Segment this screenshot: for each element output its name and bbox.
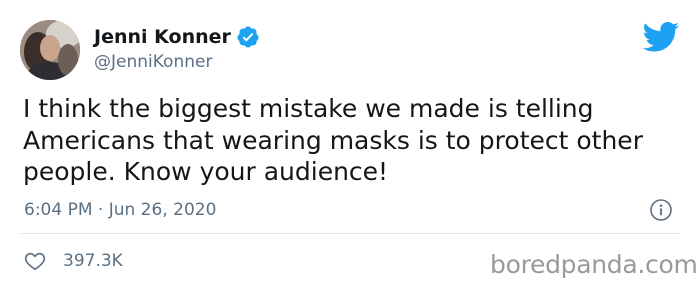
display-name[interactable]: Jenni Konner bbox=[94, 26, 231, 48]
info-icon[interactable] bbox=[649, 198, 673, 222]
tweet-text: I think the biggest mistake we made is t… bbox=[23, 94, 643, 186]
tweet-date: Jun 26, 2020 bbox=[108, 200, 217, 220]
heart-icon[interactable] bbox=[24, 250, 46, 272]
divider bbox=[20, 233, 680, 234]
tweet-time: 6:04 PM bbox=[24, 200, 93, 220]
timestamp-separator: · bbox=[97, 200, 104, 220]
twitter-bird-icon[interactable] bbox=[642, 22, 680, 52]
boredpanda-watermark: boredpanda.com bbox=[490, 250, 698, 279]
author-handle[interactable]: @JenniKonner bbox=[94, 52, 212, 72]
avatar[interactable] bbox=[20, 20, 80, 80]
verified-badge-icon bbox=[236, 25, 260, 49]
author-name-row[interactable]: Jenni Konner bbox=[94, 25, 260, 49]
like-button[interactable]: 397.3K bbox=[24, 250, 123, 272]
tweet-timestamp[interactable]: 6:04 PM · Jun 26, 2020 bbox=[24, 200, 216, 220]
avatar-photo bbox=[20, 20, 80, 80]
like-count: 397.3K bbox=[63, 251, 123, 271]
tweet-card: Jenni Konner @JenniKonner I think the bi… bbox=[0, 0, 700, 289]
